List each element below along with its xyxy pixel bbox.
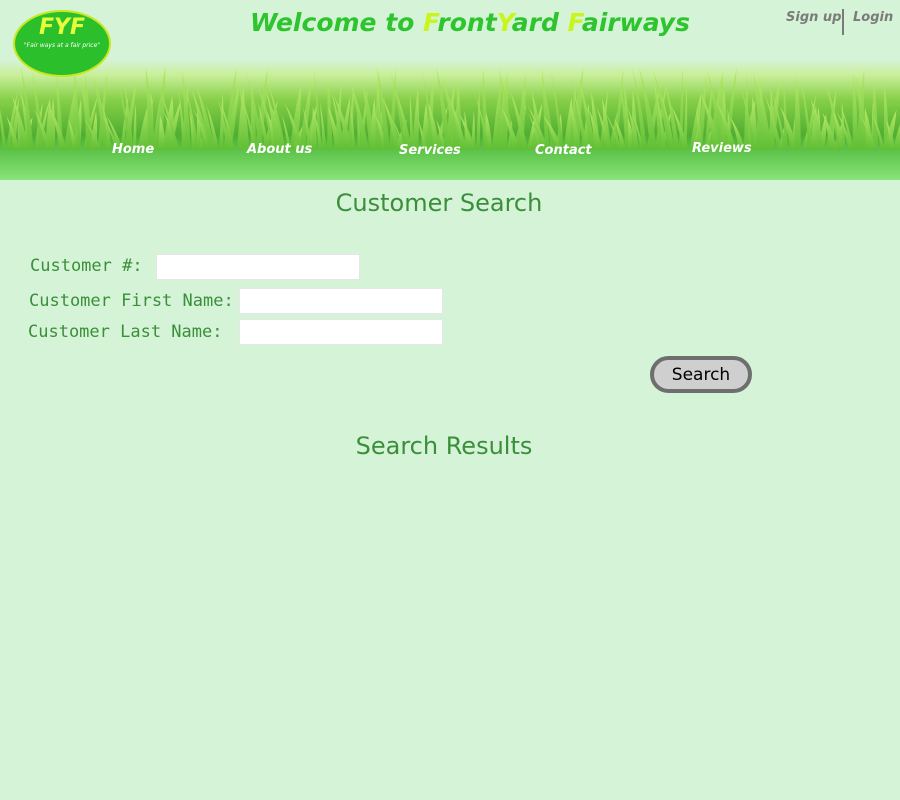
- nav-reviews[interactable]: Reviews: [692, 141, 752, 156]
- brand-part-airways: airways: [581, 8, 690, 37]
- last-name-input[interactable]: [239, 319, 443, 345]
- last-name-label: Customer Last Name:: [28, 322, 223, 342]
- search-results-title: Search Results: [355, 432, 533, 460]
- brand-letter-f: F: [423, 8, 438, 37]
- brand-letter-f2: F: [567, 8, 582, 37]
- auth-divider: [842, 9, 844, 35]
- first-name-input[interactable]: [239, 288, 443, 314]
- site-header: FYF "Fair ways at a fair price" Welcome …: [0, 0, 900, 180]
- grass-banner: [0, 65, 900, 150]
- nav-home[interactable]: Home: [112, 142, 154, 157]
- logo-tagline: "Fair ways at a fair price": [23, 42, 101, 49]
- login-link[interactable]: Login: [853, 10, 893, 25]
- search-button[interactable]: Search: [650, 356, 752, 393]
- nav-contact[interactable]: Contact: [535, 143, 592, 158]
- welcome-heading: Welcome to FrontYard Fairways: [250, 8, 690, 37]
- fyf-logo[interactable]: FYF "Fair ways at a fair price": [13, 10, 111, 77]
- customer-number-label: Customer #:: [30, 256, 143, 276]
- nav-about-us[interactable]: About us: [247, 142, 312, 157]
- brand-part-ront: ront: [437, 8, 497, 37]
- brand-letter-y: Y: [496, 8, 512, 37]
- first-name-label: Customer First Name:: [29, 291, 234, 311]
- logo-title: FYF: [39, 15, 85, 40]
- customer-number-input[interactable]: [156, 254, 360, 280]
- nav-services[interactable]: Services: [399, 143, 461, 158]
- welcome-prefix: Welcome to: [250, 8, 424, 37]
- brand-part-ard: ard: [511, 8, 568, 37]
- signup-link[interactable]: Sign up: [786, 10, 841, 25]
- customer-search-title: Customer Search: [335, 189, 543, 217]
